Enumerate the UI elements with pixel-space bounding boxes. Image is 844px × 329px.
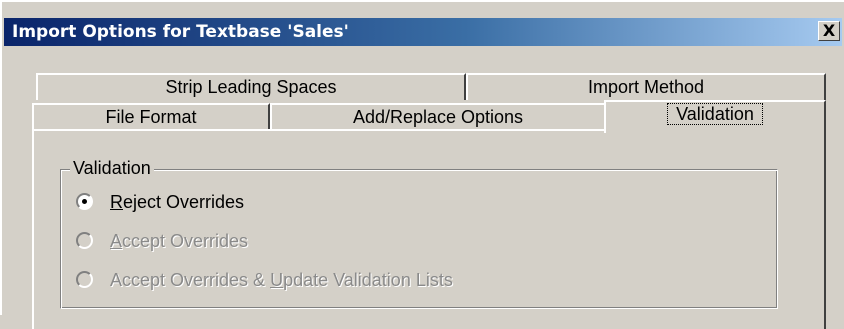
radio-label: Reject Overrides: [110, 192, 245, 212]
radio-label: Accept Overrides & Update Validation Lis…: [110, 270, 453, 290]
tab-file-format[interactable]: File Format: [32, 103, 270, 130]
tab-strip-leading-spaces[interactable]: Strip Leading Spaces: [36, 73, 466, 100]
title-bar[interactable]: Import Options for Textbase 'Sales' X: [4, 18, 842, 46]
close-button[interactable]: X: [818, 21, 840, 41]
tab-validation[interactable]: Validation: [604, 100, 826, 133]
tab-label: Import Method: [587, 77, 705, 97]
tab-label: File Format: [105, 107, 197, 127]
dialog-title: Import Options for Textbase 'Sales': [12, 22, 349, 42]
groupbox-title: Validation: [70, 157, 154, 179]
radio-unchecked-icon: [76, 271, 93, 288]
tab-import-method[interactable]: Import Method: [466, 73, 826, 100]
tab-add-replace-options[interactable]: Add/Replace Options: [270, 103, 606, 130]
radio-label: Accept Overrides: [110, 231, 249, 251]
import-options-dialog: Import Options for Textbase 'Sales' X St…: [0, 0, 844, 329]
tab-label: Validation: [667, 103, 763, 125]
tab-label: Add/Replace Options: [352, 107, 524, 127]
radio-checked-icon: [76, 193, 93, 210]
radio-unchecked-icon: [76, 232, 93, 249]
close-icon: X: [822, 21, 836, 40]
tab-label: Strip Leading Spaces: [165, 77, 337, 97]
